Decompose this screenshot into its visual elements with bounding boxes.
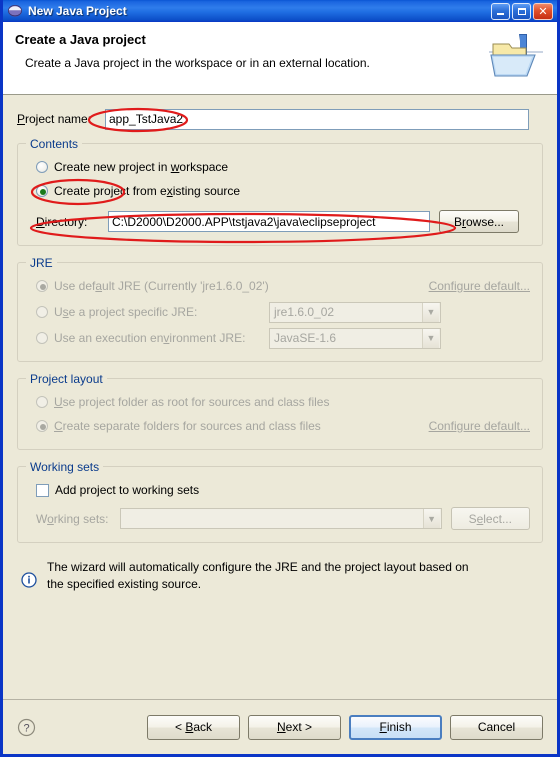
page-title: Create a Java project bbox=[15, 32, 146, 47]
project-specific-jre-combo[interactable]: jre1.6.0_02 ▼ bbox=[269, 301, 441, 323]
window-controls: ✕ bbox=[491, 2, 555, 20]
radio-project-from-existing-source[interactable]: Create project from existing source bbox=[36, 180, 530, 202]
radio-label: Use default JRE (Currently 'jre1.6.0_02'… bbox=[54, 279, 269, 293]
eclipse-globe-icon bbox=[7, 3, 23, 19]
minimize-button[interactable] bbox=[491, 2, 510, 20]
radio-label: Use a project specific JRE: bbox=[54, 305, 198, 319]
select-working-sets-button[interactable]: Select... bbox=[450, 507, 530, 530]
chevron-down-icon: ▼ bbox=[422, 509, 440, 528]
java-project-folder-icon bbox=[485, 30, 547, 88]
page-subtitle: Create a Java project in the workspace o… bbox=[25, 56, 370, 70]
radio-label: Use project folder as root for sources a… bbox=[54, 395, 330, 409]
wizard-buttons: < Back Next > Finish Cancel bbox=[147, 714, 543, 740]
radio-project-folder-as-root[interactable]: Use project folder as root for sources a… bbox=[36, 391, 530, 413]
jre-group: JRE Use default JRE (Currently 'jre1.6.0… bbox=[17, 256, 543, 362]
directory-label: Directory: bbox=[36, 214, 88, 229]
combo-value: JavaSE-1.6 bbox=[274, 331, 337, 345]
directory-row: Directory: Browse... bbox=[36, 210, 530, 233]
radio-new-project-in-workspace[interactable]: Create new project in workspace bbox=[36, 156, 530, 178]
radio-icon bbox=[36, 332, 48, 344]
radio-label: Use an execution environment JRE: bbox=[54, 331, 246, 345]
radio-icon bbox=[36, 396, 48, 408]
finish-button[interactable]: Finish bbox=[349, 714, 442, 740]
combo-value: jre1.6.0_02 bbox=[274, 305, 335, 319]
working-sets-group-title: Working sets bbox=[26, 460, 104, 474]
wizard-body: Project name: Contents Create new projec… bbox=[3, 95, 557, 593]
project-name-input[interactable] bbox=[105, 108, 529, 130]
cancel-button[interactable]: Cancel bbox=[450, 714, 543, 740]
radio-icon bbox=[36, 420, 48, 432]
configure-default-layout-link[interactable]: Configure default... bbox=[429, 419, 530, 433]
footer-bar: ? < Back Next > Finish Cancel bbox=[3, 700, 557, 754]
checkbox-icon bbox=[36, 483, 49, 497]
help-button[interactable]: ? bbox=[17, 718, 36, 737]
checkbox-add-project-to-working-sets[interactable]: Add project to working sets bbox=[36, 479, 530, 501]
configure-default-jre-link[interactable]: Configure default... bbox=[429, 279, 530, 293]
title-bar: New Java Project ✕ bbox=[3, 0, 557, 22]
radio-icon bbox=[36, 280, 48, 292]
contents-group-title: Contents bbox=[26, 137, 83, 151]
radio-execution-environment-jre[interactable]: Use an execution environment JRE: JavaSE… bbox=[36, 327, 530, 349]
radio-project-specific-jre[interactable]: Use a project specific JRE: jre1.6.0_02 … bbox=[36, 301, 530, 323]
info-icon bbox=[21, 572, 37, 588]
radio-separate-folders[interactable]: Create separate folders for sources and … bbox=[36, 415, 530, 437]
working-sets-row: Working sets: ▼ Select... bbox=[36, 507, 530, 530]
project-name-label: Project name: bbox=[17, 112, 92, 126]
contents-group: Contents Create new project in workspace… bbox=[17, 137, 543, 246]
window-title: New Java Project bbox=[28, 4, 127, 18]
new-java-project-dialog: New Java Project ✕ Create a Java project… bbox=[0, 0, 560, 757]
working-sets-label: Working sets: bbox=[36, 511, 109, 526]
radio-icon bbox=[36, 185, 48, 197]
directory-input[interactable] bbox=[108, 211, 430, 232]
info-text: The wizard will automatically configure … bbox=[47, 560, 469, 591]
radio-label: Create separate folders for sources and … bbox=[54, 419, 321, 433]
execution-environment-combo[interactable]: JavaSE-1.6 ▼ bbox=[269, 327, 441, 349]
chevron-down-icon: ▼ bbox=[422, 328, 439, 348]
maximize-button[interactable] bbox=[512, 2, 531, 20]
project-name-row: Project name: bbox=[17, 107, 543, 131]
radio-use-default-jre[interactable]: Use default JRE (Currently 'jre1.6.0_02'… bbox=[36, 275, 530, 297]
radio-label: Create new project in workspace bbox=[54, 160, 229, 174]
close-button[interactable]: ✕ bbox=[533, 2, 553, 20]
browse-button[interactable]: Browse... bbox=[439, 210, 519, 233]
checkbox-label: Add project to working sets bbox=[55, 483, 200, 497]
working-sets-combo[interactable]: ▼ bbox=[120, 508, 442, 529]
chevron-down-icon: ▼ bbox=[422, 302, 439, 322]
svg-text:?: ? bbox=[23, 722, 29, 734]
jre-group-title: JRE bbox=[26, 256, 57, 270]
project-layout-group-title: Project layout bbox=[26, 372, 107, 386]
project-layout-group: Project layout Use project folder as roo… bbox=[17, 372, 543, 450]
info-message: The wizard will automatically configure … bbox=[17, 559, 543, 593]
back-button[interactable]: < Back bbox=[147, 714, 240, 740]
radio-icon bbox=[36, 306, 48, 318]
wizard-header: Create a Java project Create a Java proj… bbox=[3, 22, 557, 95]
working-sets-group: Working sets Add project to working sets… bbox=[17, 460, 543, 543]
radio-icon bbox=[36, 161, 48, 173]
radio-label: Create project from existing source bbox=[54, 184, 241, 198]
next-button[interactable]: Next > bbox=[248, 714, 341, 740]
